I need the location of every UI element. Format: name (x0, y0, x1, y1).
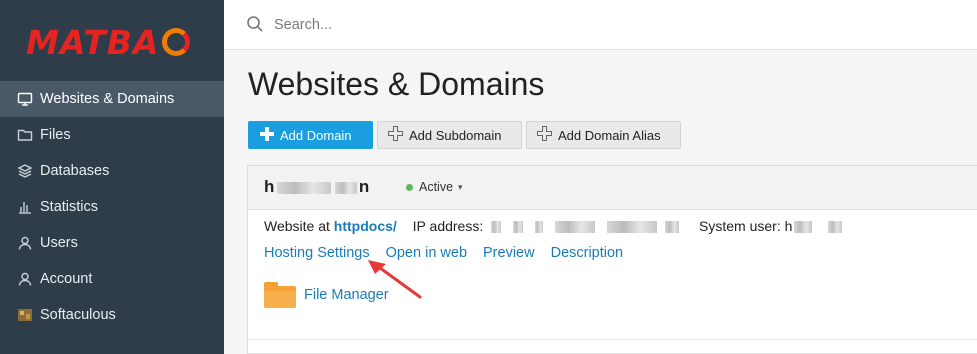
sidebar-item-account[interactable]: Account (0, 261, 224, 297)
domain-info-line: Website at httpdocs/ IP address: System … (264, 218, 844, 234)
account-icon (16, 270, 34, 288)
logo-o-mark (162, 28, 191, 56)
hosting-settings-link[interactable]: Hosting Settings (264, 245, 370, 261)
status-dot-icon (406, 183, 413, 191)
sidebar-item-softaculous[interactable]: Softaculous (0, 297, 224, 333)
domain-panel: hn Active ▾ Website at httpdocs/ IP addr… (247, 165, 977, 354)
domain-panel-header: hn Active ▾ (248, 166, 977, 210)
sidebar-item-label: Databases (40, 163, 110, 179)
monitor-icon (16, 90, 34, 108)
add-domain-alias-label: Add Domain Alias (558, 127, 661, 143)
folder-icon (264, 282, 296, 308)
sidebar-item-files[interactable]: Files (0, 117, 224, 153)
sidebar-nav: Websites & Domains Files Databases Stati… (0, 81, 224, 333)
sidebar: MATBA Websites & Domains Files Databases (0, 0, 224, 354)
sidebar-item-label: Files (40, 127, 71, 143)
redacted-block (828, 221, 843, 234)
plus-icon (260, 126, 274, 144)
bar-chart-icon (16, 198, 34, 216)
redacted-block (555, 221, 596, 234)
ip-label: IP address: (412, 218, 484, 234)
website-at-label: Website at (264, 218, 330, 234)
redacted-block (665, 221, 680, 234)
status-label: Active (419, 180, 454, 194)
domain-links: Hosting Settings Open in web Preview Des… (264, 245, 623, 261)
add-domain-alias-button[interactable]: Add Domain Alias (526, 121, 681, 149)
plus-outline-icon (388, 126, 403, 144)
domain-name[interactable]: hn (264, 177, 370, 197)
redacted-block (334, 181, 357, 194)
redacted-block (276, 181, 331, 194)
plus-outline-icon (537, 126, 552, 144)
redacted-block (794, 221, 813, 234)
search-input[interactable] (272, 12, 876, 38)
sidebar-item-label: Websites & Domains (40, 91, 175, 107)
sidebar-item-databases[interactable]: Databases (0, 153, 224, 189)
add-domain-label: Add Domain (280, 127, 352, 143)
top-search-bar (224, 0, 977, 50)
status-dropdown[interactable]: Active ▾ (406, 180, 463, 194)
annotation-arrow-icon (368, 260, 422, 299)
redacted-block (607, 221, 658, 234)
page-title: Websites & Domains (248, 66, 545, 102)
add-subdomain-label: Add Subdomain (409, 127, 502, 143)
sidebar-item-users[interactable]: Users (0, 225, 224, 261)
domain-name-start: h (264, 177, 275, 196)
redacted-block (535, 221, 544, 234)
sidebar-item-label: Account (40, 271, 93, 287)
add-domain-button[interactable]: Add Domain (248, 121, 373, 149)
redacted-block (513, 221, 524, 234)
folder-icon (16, 126, 34, 144)
system-user-label: System user: (699, 218, 781, 234)
user-icon (16, 234, 34, 252)
system-user-start: h (784, 218, 793, 234)
add-subdomain-button[interactable]: Add Subdomain (377, 121, 522, 149)
sidebar-item-label: Softaculous (40, 307, 116, 323)
database-icon (16, 162, 34, 180)
preview-link[interactable]: Preview (483, 245, 535, 261)
website-at-link[interactable]: httpdocs/ (334, 218, 397, 234)
sidebar-item-statistics[interactable]: Statistics (0, 189, 224, 225)
panel-divider (248, 339, 977, 340)
sidebar-item-label: Users (40, 235, 78, 251)
domain-name-end: n (358, 177, 370, 196)
redacted-block (491, 221, 502, 234)
brand-logo[interactable]: MATBA (26, 22, 191, 62)
softaculous-icon (16, 306, 34, 324)
sidebar-item-label: Statistics (40, 199, 99, 215)
logo-text: MATBA (26, 22, 160, 62)
description-link[interactable]: Description (551, 245, 624, 261)
sidebar-item-websites-domains[interactable]: Websites & Domains (0, 81, 224, 117)
search-icon[interactable] (246, 15, 264, 38)
chevron-down-icon: ▾ (458, 181, 463, 192)
